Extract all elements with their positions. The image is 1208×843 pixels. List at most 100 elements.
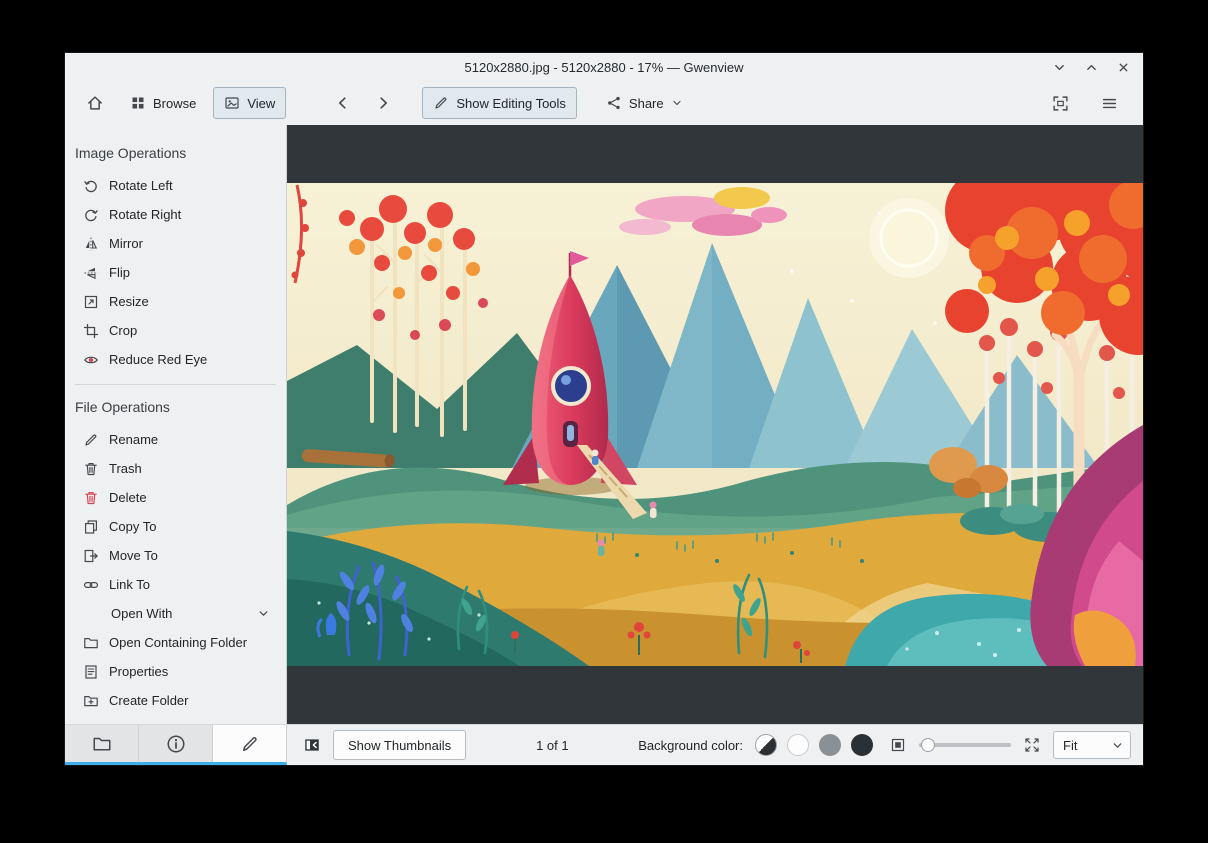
mirror-item[interactable]: Mirror xyxy=(65,229,286,258)
close-button[interactable] xyxy=(1115,59,1131,75)
go-previous-button[interactable] xyxy=(326,87,360,119)
background-swatch-gray[interactable] xyxy=(819,734,841,756)
open-with-label: Open With xyxy=(111,606,173,621)
flip-item[interactable]: Flip xyxy=(65,258,286,287)
minimize-button[interactable] xyxy=(1051,59,1067,75)
statusbar: Show Thumbnails 1 of 1 Background color: xyxy=(287,725,1143,765)
hamburger-icon xyxy=(1102,98,1117,108)
flip-icon xyxy=(84,267,98,279)
home-button[interactable] xyxy=(77,87,113,119)
rotate-right-icon xyxy=(85,209,98,221)
zoom-mode-dropdown[interactable]: Fit xyxy=(1053,731,1131,759)
zoom-slider-handle[interactable] xyxy=(921,738,935,752)
sidebar-tab-operations[interactable] xyxy=(213,725,286,762)
zoom-actual-size-icon xyxy=(1025,738,1039,752)
chevron-down-icon xyxy=(259,611,268,616)
hamburger-menu-button[interactable] xyxy=(1092,87,1127,119)
resize-label: Resize xyxy=(109,294,149,309)
operations-sidebar: Image Operations Rotate Left Rotate Righ… xyxy=(65,125,287,724)
show-thumbnails-button[interactable]: Show Thumbnails xyxy=(333,730,467,760)
properties-item[interactable]: Properties xyxy=(65,657,286,686)
properties-label: Properties xyxy=(109,664,169,679)
create-folder-icon xyxy=(84,695,98,706)
background-swatch-dark[interactable] xyxy=(851,734,873,756)
copy-to-label: Copy To xyxy=(109,519,157,534)
resize-item[interactable]: Resize xyxy=(65,287,286,316)
toggle-sidebar-button[interactable] xyxy=(299,732,325,758)
chevron-down-icon xyxy=(673,100,681,106)
main-toolbar: Browse View Show Editing Tools Share xyxy=(65,81,1143,125)
main-content: Image Operations Rotate Left Rotate Righ… xyxy=(65,125,1143,724)
zoom-actual-size-button[interactable] xyxy=(1021,734,1043,756)
mirror-label: Mirror xyxy=(109,236,143,251)
link-to-label: Link To xyxy=(109,577,150,592)
bottom-bar: Show Thumbnails 1 of 1 Background color: xyxy=(65,724,1143,765)
view-button[interactable]: View xyxy=(213,87,287,119)
crop-item[interactable]: Crop xyxy=(65,316,286,345)
pencil-icon xyxy=(242,736,257,751)
background-color-label: Background color: xyxy=(638,737,743,753)
move-to-item[interactable]: Move To xyxy=(65,541,286,570)
open-containing-folder-label: Open Containing Folder xyxy=(109,635,248,650)
show-thumbnails-label: Show Thumbnails xyxy=(348,737,452,753)
sidebar-toggle-icon xyxy=(305,739,319,751)
sidebar-tab-folder[interactable] xyxy=(65,725,139,762)
zoom-to-fit-button[interactable] xyxy=(887,734,909,756)
move-to-icon xyxy=(84,549,98,562)
rename-icon xyxy=(85,433,97,446)
reduce-red-eye-icon xyxy=(84,356,98,363)
background-swatch-white[interactable] xyxy=(787,734,809,756)
home-icon xyxy=(88,96,102,110)
flip-label: Flip xyxy=(109,265,130,280)
chevron-up-icon xyxy=(1086,64,1096,70)
chevron-left-icon xyxy=(339,97,346,109)
reduce-red-eye-item[interactable]: Reduce Red Eye xyxy=(65,345,286,374)
crop-icon xyxy=(83,323,99,338)
page-indicator: 1 of 1 xyxy=(536,737,569,753)
close-icon xyxy=(1119,63,1127,71)
trash-item[interactable]: Trash xyxy=(65,454,286,483)
background-color-group: Background color: Fit xyxy=(638,731,1131,759)
zoom-mode-value: Fit xyxy=(1063,737,1078,753)
fit-window-button[interactable] xyxy=(1043,87,1078,119)
share-icon xyxy=(608,96,620,110)
browse-button[interactable]: Browse xyxy=(119,87,207,119)
sidebar-divider xyxy=(75,384,276,385)
share-button[interactable]: Share xyxy=(595,87,694,119)
rotate-right-item[interactable]: Rotate Right xyxy=(65,200,286,229)
sidebar-tab-information[interactable] xyxy=(139,725,213,762)
crop-label: Crop xyxy=(109,323,138,338)
maximize-button[interactable] xyxy=(1083,59,1099,75)
go-next-button[interactable] xyxy=(366,87,400,119)
open-with-item[interactable]: Open With xyxy=(65,599,286,628)
fit-window-icon xyxy=(1053,95,1068,111)
show-editing-tools-label: Show Editing Tools xyxy=(456,95,566,111)
zoom-fit-icon xyxy=(891,738,905,752)
copy-to-item[interactable]: Copy To xyxy=(65,512,286,541)
trash-icon xyxy=(85,462,97,475)
background-swatch-auto[interactable] xyxy=(755,734,777,756)
open-containing-folder-item[interactable]: Open Containing Folder xyxy=(65,628,286,657)
show-editing-tools-button[interactable]: Show Editing Tools xyxy=(422,87,577,119)
share-label: Share xyxy=(628,95,664,111)
rename-item[interactable]: Rename xyxy=(65,425,286,454)
titlebar[interactable]: 5120x2880.jpg - 5120x2880 - 17% — Gwenvi… xyxy=(65,53,1143,81)
delete-item[interactable]: Delete xyxy=(65,483,286,512)
rotate-left-icon xyxy=(84,180,97,192)
move-to-label: Move To xyxy=(109,548,158,563)
image-view[interactable] xyxy=(287,125,1143,724)
create-folder-item[interactable]: Create Folder xyxy=(65,686,286,715)
image-icon xyxy=(225,97,239,109)
file-operations-title: File Operations xyxy=(75,399,170,415)
chevron-right-icon xyxy=(380,97,388,109)
rotate-left-label: Rotate Left xyxy=(109,178,173,193)
window-controls xyxy=(1051,59,1143,75)
viewed-image xyxy=(287,183,1143,666)
rotate-left-item[interactable]: Rotate Left xyxy=(65,171,286,200)
browse-label: Browse xyxy=(153,95,197,111)
view-label: View xyxy=(247,95,276,111)
folder-icon xyxy=(93,737,110,750)
link-to-item[interactable]: Link To xyxy=(65,570,286,599)
pencil-icon xyxy=(435,97,447,109)
zoom-slider[interactable] xyxy=(919,735,1011,755)
